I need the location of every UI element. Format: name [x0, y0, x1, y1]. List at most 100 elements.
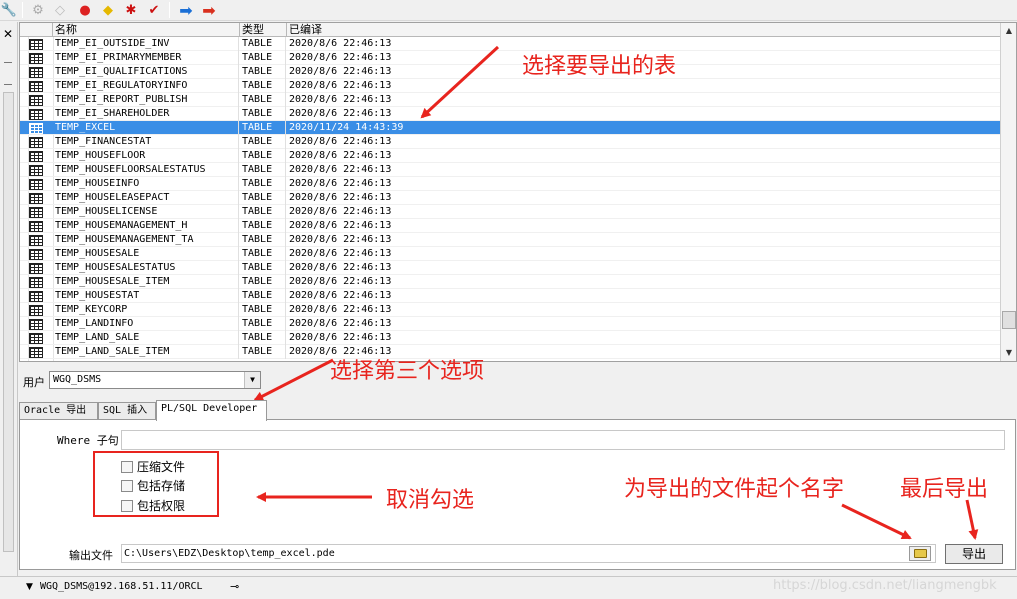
checkbox-highlight-box [93, 451, 219, 517]
eraser-icon[interactable]: ◇ [51, 1, 69, 19]
where-input[interactable] [121, 430, 1005, 450]
table-grid-icon [28, 93, 44, 107]
wrench-icon[interactable]: 🔧 [0, 1, 18, 19]
table-row[interactable]: TEMP_LANDINFO TABLE 2020/8/6 22:46:13 [20, 317, 1000, 331]
table-grid-icon [28, 303, 44, 317]
row-name: TEMP_HOUSEFLOORSALESTATUS [53, 163, 239, 177]
tab-oracle-export[interactable]: Oracle 导出 [19, 402, 98, 420]
output-file-label: 输出文件 [69, 549, 113, 562]
scroll-down-icon[interactable]: ▼ [1001, 345, 1016, 361]
export-button[interactable]: 导出 [945, 544, 1003, 564]
tab-sql-insert[interactable]: SQL 插入 [98, 402, 156, 420]
row-type: TABLE [240, 65, 286, 79]
toolbar-separator [22, 2, 23, 18]
table-row[interactable]: TEMP_EI_REPORT_PUBLISH TABLE 2020/8/6 22:4… [20, 93, 1000, 107]
user-select[interactable]: WGQ_DSMS ▼ [49, 371, 261, 389]
row-compiled: 2020/8/6 22:46:13 [289, 248, 392, 259]
annotation-select-table: 选择要导出的表 [522, 54, 677, 79]
scroll-up-icon[interactable]: ▲ [1001, 23, 1016, 39]
table-row[interactable]: TEMP_EI_REGULATORYINFO TABLE 2020/8/6 22:4… [20, 79, 1000, 93]
row-compiled: 2020/8/6 22:46:13 [289, 94, 392, 105]
row-compiled: 2020/8/6 22:46:13 [289, 192, 392, 203]
table-row[interactable]: TEMP_KEYCORP TABLE 2020/8/6 22:46:13 [20, 303, 1000, 317]
table-body: TEMP_EI_OUTSIDE_INV TABLE 2020/8/6 22:46:1… [20, 37, 1000, 359]
row-compiled: 2020/8/6 22:46:13 [289, 66, 392, 77]
red-db-icon[interactable]: ● [76, 1, 94, 19]
table-row[interactable]: TEMP_HOUSESTAT TABLE 2020/8/6 22:46:13 [20, 289, 1000, 303]
folder-icon [913, 549, 927, 558]
table-row[interactable]: TEMP_HOUSEFLOORSALESTATUS TABLE 2020/8/6 2… [20, 163, 1000, 177]
annotation-uncheck: 取消勾选 [386, 488, 475, 513]
header-compiled[interactable]: 已编译 [287, 23, 1000, 37]
table-row[interactable]: TEMP_EXCEL TABLE 2020/11/24 14:43:39 [20, 121, 1000, 135]
close-icon[interactable]: ✕ [1, 27, 15, 41]
browse-folder-button[interactable] [909, 546, 931, 561]
table-row[interactable]: TEMP_HOUSELEASEPACT TABLE 2020/8/6 22:46:1… [20, 191, 1000, 205]
scroll-thumb[interactable] [1002, 311, 1016, 329]
row-compiled: 2020/8/6 22:46:13 [289, 262, 392, 273]
header-name[interactable]: 名称 [53, 23, 240, 37]
table-row[interactable]: TEMP_HOUSESALE_ITEM TABLE 2020/8/6 22:46:1… [20, 275, 1000, 289]
row-name: TEMP_HOUSEMANAGEMENT_TA [53, 233, 239, 247]
table-row[interactable]: TEMP_EI_QUALIFICATIONS TABLE 2020/8/6 22:4… [20, 65, 1000, 79]
table-row[interactable]: TEMP_HOUSEMANAGEMENT_TA TABLE 2020/8/6 22:… [20, 233, 1000, 247]
table-grid-icon [28, 79, 44, 93]
table-row[interactable]: TEMP_HOUSELICENSE TABLE 2020/8/6 22:46:13 [20, 205, 1000, 219]
table-grid-icon [28, 65, 44, 79]
triangle-down-icon[interactable]: ▼ [26, 582, 33, 592]
pin-icon[interactable]: ⊸ [230, 580, 239, 593]
copy-gray-icon[interactable]: ⚙ [29, 1, 47, 19]
row-name: TEMP_HOUSEFLOOR [53, 149, 239, 163]
table-grid-icon [28, 37, 44, 51]
table-row[interactable]: TEMP_HOUSESALESTATUS TABLE 2020/8/6 22:46:… [20, 261, 1000, 275]
output-file-input[interactable]: C:\Users\EDZ\Desktop\temp_excel.pde [121, 544, 936, 563]
toolbar-separator [169, 2, 170, 18]
table-row[interactable]: TEMP_HOUSESALE TABLE 2020/8/6 22:46:13 [20, 247, 1000, 261]
yellow-red-icon[interactable]: ◆ [99, 1, 117, 19]
table-row[interactable]: TEMP_LAND_SALE TABLE 2020/8/6 22:46:13 [20, 331, 1000, 345]
row-type: TABLE [240, 233, 286, 247]
arrow-select-tab [253, 358, 334, 402]
table-row[interactable]: TEMP_FINANCESTAT TABLE 2020/8/6 22:46:13 [20, 135, 1000, 149]
user-label: 用户 [23, 376, 45, 389]
chevron-down-icon[interactable]: ▼ [244, 372, 260, 388]
left-panel-strip: ✕ [0, 22, 18, 576]
table-row[interactable]: TEMP_EI_OUTSIDE_INV TABLE 2020/8/6 22:46:1… [20, 37, 1000, 51]
row-name: TEMP_HOUSESTAT [53, 289, 239, 303]
table-scrollbar[interactable]: ▲ ▼ [1000, 23, 1016, 361]
header-icon-col [20, 23, 53, 37]
row-compiled: 2020/8/6 22:46:13 [289, 38, 392, 49]
table-row[interactable]: TEMP_HOUSEFLOOR TABLE 2020/8/6 22:46:13 [20, 149, 1000, 163]
row-name: TEMP_HOUSESALESTATUS [53, 261, 239, 275]
table-grid-icon [28, 205, 44, 219]
arrow-right-blue-icon[interactable]: ➡ [177, 1, 195, 20]
red-check-icon[interactable]: ✔ [145, 1, 163, 19]
table-grid-icon [28, 51, 44, 65]
row-name: TEMP_EI_REPORT_PUBLISH [53, 93, 239, 107]
tab-plsql-developer[interactable]: PL/SQL Developer [156, 400, 267, 421]
table-grid-icon [28, 331, 44, 345]
table-grid-icon [28, 163, 44, 177]
arrow-right-red-icon[interactable]: ➡ [200, 1, 218, 20]
row-type: TABLE [240, 191, 286, 205]
row-compiled: 2020/8/6 22:46:13 [289, 304, 392, 315]
red-gear-icon[interactable]: ✱ [122, 1, 140, 19]
table-row[interactable]: TEMP_HOUSEINFO TABLE 2020/8/6 22:46:13 [20, 177, 1000, 191]
row-type: TABLE [240, 303, 286, 317]
row-type: TABLE [240, 107, 286, 121]
left-scrollbar[interactable] [3, 92, 14, 552]
header-type[interactable]: 类型 [240, 23, 287, 37]
table-grid-icon [28, 247, 44, 261]
table-row[interactable]: TEMP_EI_SHAREHOLDER TABLE 2020/8/6 22:46:1… [20, 107, 1000, 121]
table-row[interactable]: TEMP_EI_PRIMARYMEMBER TABLE 2020/8/6 22:46… [20, 51, 1000, 65]
row-compiled: 2020/8/6 22:46:13 [289, 276, 392, 287]
table-row[interactable]: TEMP_LAND_SALE_ITEM TABLE 2020/8/6 22:46:1… [20, 345, 1000, 359]
row-type: TABLE [240, 331, 286, 345]
row-name: TEMP_EI_SHAREHOLDER [53, 107, 239, 121]
row-compiled: 2020/8/6 22:46:13 [289, 178, 392, 189]
row-type: TABLE [240, 51, 286, 65]
watermark: https://blog.csdn.net/liangmengbk [773, 578, 997, 593]
row-type: TABLE [240, 79, 286, 93]
row-type: TABLE [240, 219, 286, 233]
table-row[interactable]: TEMP_HOUSEMANAGEMENT_H TABLE 2020/8/6 22:4… [20, 219, 1000, 233]
